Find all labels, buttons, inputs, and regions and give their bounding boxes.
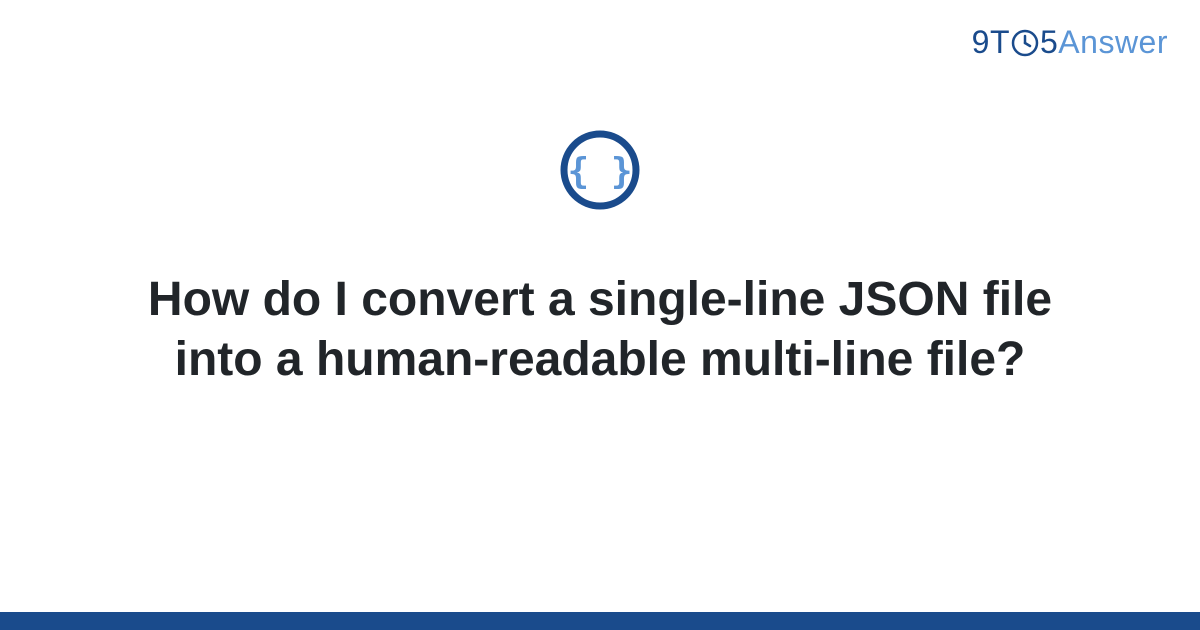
footer-bar xyxy=(0,612,1200,630)
site-logo: 9T 5 Answer xyxy=(972,24,1168,61)
main-content: { } How do I convert a single-line JSON … xyxy=(0,130,1200,390)
logo-part-9t: 9T xyxy=(972,24,1010,61)
question-title: How do I convert a single-line JSON file… xyxy=(100,270,1100,390)
clock-icon xyxy=(1011,29,1039,57)
svg-text:{ }: { } xyxy=(567,151,632,192)
json-braces-icon: { } xyxy=(560,130,640,210)
logo-part-5: 5 xyxy=(1040,24,1058,61)
logo-part-answer: Answer xyxy=(1058,24,1168,61)
